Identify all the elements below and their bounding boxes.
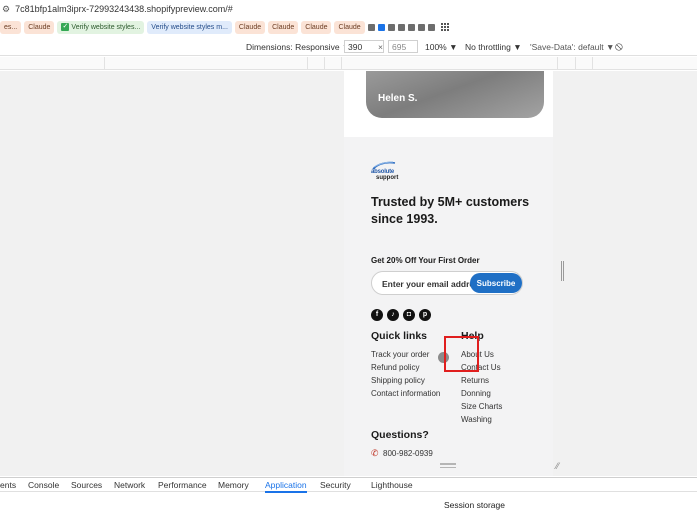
absolute-support-logo[interactable]: absolute support bbox=[371, 161, 399, 183]
ruler-segment[interactable] bbox=[104, 57, 105, 70]
bookmark-item[interactable]: Verify website styles m... bbox=[147, 20, 232, 34]
tiktok-icon[interactable]: ♪ bbox=[387, 309, 399, 321]
apps-grid-icon[interactable] bbox=[440, 23, 449, 31]
mobile-page: Helen S. absolute support Trusted by 5M+… bbox=[344, 71, 553, 476]
footer-link-track-order[interactable]: Track your order bbox=[371, 350, 429, 359]
tab-memory[interactable]: Memory bbox=[218, 480, 249, 490]
phone-link[interactable]: ✆ 800-982-0939 bbox=[371, 448, 433, 459]
bookmark-favicon[interactable] bbox=[407, 23, 415, 31]
social-links: f ♪ ◘ p bbox=[371, 309, 431, 321]
save-data-label: 'Save-Data': default bbox=[530, 42, 604, 52]
tab-lighthouse[interactable]: Lighthouse bbox=[371, 480, 413, 490]
device-toolbar: Dimensions: Responsive ▼ 390 × 695 100% … bbox=[0, 38, 697, 56]
panel-heading: Session storage bbox=[444, 500, 505, 510]
offer-heading: Get 20% Off Your First Order bbox=[371, 256, 480, 265]
tab-security[interactable]: Security bbox=[320, 480, 351, 490]
address-bar[interactable]: ⚙ 7c81bfp1alm3iprx-72993243438.shopifypr… bbox=[0, 0, 697, 18]
footer-link-donning[interactable]: Donning bbox=[461, 389, 491, 398]
bookmark-favicon[interactable] bbox=[387, 23, 395, 31]
throttle-label: No throttling bbox=[465, 42, 511, 52]
footer-link-washing[interactable]: Washing bbox=[461, 415, 492, 424]
quick-links-title: Quick links bbox=[371, 330, 428, 342]
footer-link-contact-info[interactable]: Contact information bbox=[371, 389, 440, 398]
zoom-select[interactable]: 100% ▼ bbox=[425, 42, 458, 52]
facebook-icon[interactable]: f bbox=[371, 309, 383, 321]
tab-application[interactable]: Application bbox=[265, 480, 307, 493]
trusted-heading: Trusted by 5M+ customers since 1993. bbox=[371, 195, 530, 226]
tab-elements[interactable]: ents bbox=[0, 480, 16, 490]
devtools-tabbar: ents Console Sources Network Performance… bbox=[0, 477, 697, 493]
questions-title: Questions? bbox=[371, 429, 429, 441]
bookmark-favicon[interactable] bbox=[427, 23, 435, 31]
site-footer: absolute support Trusted by 5M+ customer… bbox=[344, 137, 553, 476]
bookmark-item[interactable]: Claude bbox=[24, 20, 55, 34]
logo-text-bottom: support bbox=[376, 175, 399, 181]
device-viewport: Helen S. absolute support Trusted by 5M+… bbox=[0, 71, 697, 476]
bookmark-item[interactable]: es... bbox=[0, 20, 22, 34]
bookmark-item[interactable]: Claude bbox=[234, 20, 266, 34]
footer-link-refund[interactable]: Refund policy bbox=[371, 363, 419, 372]
dimensions-select[interactable]: Dimensions: Responsive ▼ bbox=[246, 42, 350, 52]
bookmark-favicon[interactable] bbox=[367, 23, 375, 31]
bottom-resize-handle-line bbox=[440, 467, 456, 468]
bookmark-favicon[interactable] bbox=[377, 23, 385, 31]
side-resize-handle[interactable] bbox=[561, 261, 564, 281]
bookmark-item[interactable]: Claude bbox=[334, 20, 365, 34]
times-sign: × bbox=[378, 42, 383, 52]
height-input[interactable]: 695 bbox=[392, 42, 406, 52]
dimensions-label: Dimensions: Responsive bbox=[246, 42, 340, 52]
zoom-label: 100% bbox=[425, 42, 447, 52]
checkbox-icon: ✓ bbox=[61, 23, 70, 31]
footer-link-returns[interactable]: Returns bbox=[461, 376, 489, 385]
phone-icon: ✆ bbox=[371, 448, 379, 458]
url-text[interactable]: 7c81bfp1alm3iprx-72993243438.shopifyprev… bbox=[15, 4, 233, 14]
ruler-segment[interactable] bbox=[557, 57, 558, 70]
footer-link-shipping[interactable]: Shipping policy bbox=[371, 376, 425, 385]
subscribe-button[interactable]: Subscribe bbox=[470, 273, 522, 293]
rotate-icon[interactable]: ⦸ bbox=[615, 39, 623, 54]
bookmark-item[interactable]: Claude bbox=[268, 20, 299, 34]
newsletter-form: Subscribe bbox=[371, 271, 523, 295]
ruler-segment[interactable] bbox=[324, 57, 325, 70]
ruler-segment[interactable] bbox=[575, 57, 576, 70]
width-input[interactable]: 390 bbox=[348, 42, 362, 52]
site-settings-icon[interactable]: ⚙ bbox=[2, 4, 10, 15]
media-query-ruler bbox=[0, 57, 697, 70]
bookmark-item[interactable]: Claude bbox=[301, 20, 332, 34]
pinterest-icon[interactable]: p bbox=[419, 309, 431, 321]
highlight-box bbox=[444, 336, 479, 372]
bookmark-favicon[interactable] bbox=[417, 23, 425, 31]
tab-console[interactable]: Console bbox=[28, 480, 59, 490]
review-image: Helen S. bbox=[366, 71, 544, 118]
ruler-segment[interactable] bbox=[341, 57, 342, 70]
phone-number: 800-982-0939 bbox=[383, 449, 433, 458]
bookmarks-bar: es... Claude ✓ Verify website styles... V… bbox=[0, 18, 697, 36]
bookmark-item[interactable]: ✓ Verify website styles... bbox=[57, 20, 145, 34]
tab-performance[interactable]: Performance bbox=[158, 480, 207, 490]
bottom-resize-handle[interactable] bbox=[440, 463, 456, 465]
throttle-select[interactable]: No throttling ▼ bbox=[465, 42, 522, 52]
save-data-select[interactable]: 'Save-Data': default ▼ bbox=[530, 42, 614, 52]
bookmark-label: Verify website styles... bbox=[71, 23, 141, 31]
tab-sources[interactable]: Sources bbox=[71, 480, 102, 490]
email-input[interactable] bbox=[382, 276, 482, 291]
ruler-segment[interactable] bbox=[592, 57, 593, 70]
instagram-icon[interactable]: ◘ bbox=[403, 309, 415, 321]
bookmark-favicon[interactable] bbox=[397, 23, 405, 31]
footer-link-size-charts[interactable]: Size Charts bbox=[461, 402, 502, 411]
tab-network[interactable]: Network bbox=[114, 480, 145, 490]
reviewer-name: Helen S. bbox=[378, 93, 418, 104]
ruler-segment[interactable] bbox=[307, 57, 308, 70]
corner-resize-icon[interactable]: ⁄⁄ bbox=[556, 461, 559, 471]
